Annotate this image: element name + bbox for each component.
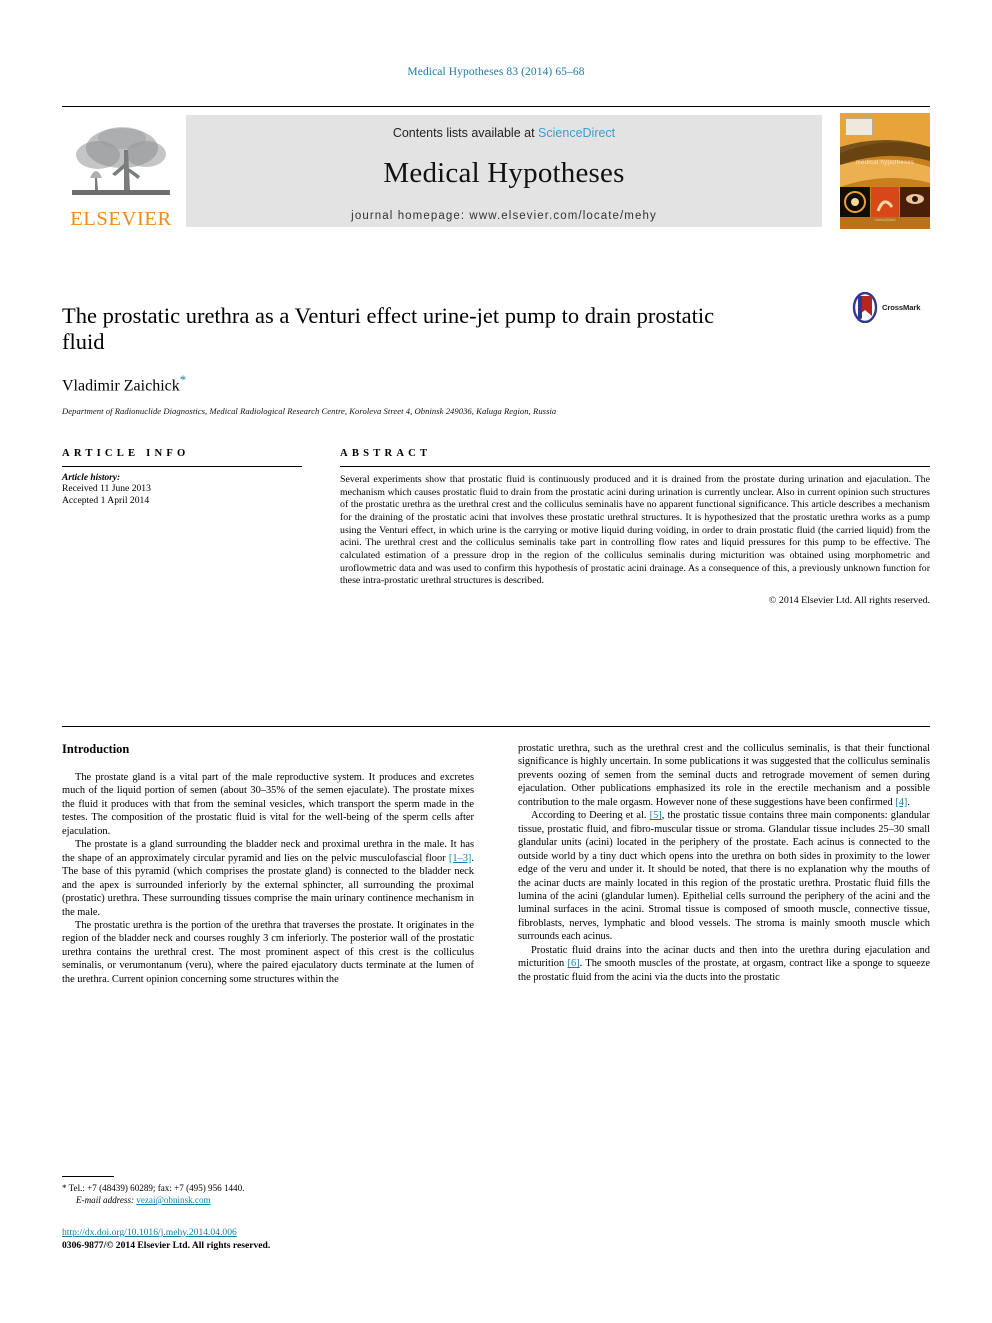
body-column-right: prostatic urethra, such as the urethral … [518, 742, 930, 984]
abstract-copyright: © 2014 Elsevier Ltd. All rights reserved… [768, 594, 930, 606]
journal-cover-thumbnail: medical hypotheses ScienceDirect [840, 113, 930, 229]
abstract-heading: ABSTRACT [340, 448, 432, 459]
author-list: Vladimir Zaichick* [62, 372, 930, 395]
journal-banner: Contents lists available at ScienceDirec… [186, 115, 822, 227]
elsevier-tree-icon [72, 126, 170, 195]
cover-volume-line: ScienceDirect [874, 218, 896, 222]
body-column-left: Introduction The prostate gland is a vit… [62, 742, 474, 986]
paragraph-text-b: . The smooth muscles of the prostate, at… [518, 958, 930, 983]
corresponding-author-contact: * Tel.: +7 (48439) 60289; fax: +7 (495) … [62, 1182, 474, 1194]
affiliation: Department of Radionuclide Diagnostics, … [62, 406, 557, 417]
paper-page: Medical Hypotheses 83 (2014) 65–68 ELSEV… [0, 0, 992, 1323]
introduction-heading: Introduction [62, 742, 130, 756]
cover-publisher-badge [845, 118, 873, 136]
received-date: Received 11 June 2013 [62, 483, 151, 494]
article-info-heading: ARTICLE INFO [62, 448, 190, 459]
footnote-mark: * [62, 1183, 67, 1193]
issn-copyright-line: 0306-9877/© 2014 Elsevier Ltd. All right… [62, 1240, 271, 1251]
doi-block: http://dx.doi.org/10.1016/j.mehy.2014.04… [62, 1222, 474, 1253]
paragraph-text-b: , the prostatic tissue contains three ma… [518, 810, 930, 943]
citation-link[interactable]: [5] [650, 810, 662, 821]
telephone-line: Tel.: +7 (48439) 60289; fax: +7 (495) 95… [68, 1183, 245, 1193]
footnote-block: * Tel.: +7 (48439) 60289; fax: +7 (495) … [62, 1176, 474, 1206]
running-head: Medical Hypotheses 83 (2014) 65–68 [407, 66, 585, 78]
divider [340, 466, 930, 467]
email-link[interactable]: vezai@obninsk.com [136, 1195, 210, 1205]
journal-homepage[interactable]: journal homepage: www.elsevier.com/locat… [186, 210, 822, 222]
crossmark-badge[interactable]: CrossMark [852, 290, 930, 324]
paragraph-text-b: . [907, 796, 910, 808]
paragraph: The prostate is a gland surrounding the … [62, 838, 474, 919]
contents-line: Contents lists available at ScienceDirec… [186, 126, 822, 140]
contents-prefix: Contents lists available at [392, 126, 535, 140]
doi-link[interactable]: http://dx.doi.org/10.1016/j.mehy.2014.04… [62, 1227, 237, 1238]
article-info-column: ARTICLE INFO Article history: Received 1… [62, 448, 302, 508]
paragraph-text-a: The prostate is a gland surrounding the … [62, 839, 474, 864]
page-title: The prostatic urethra as a Venturi effec… [62, 303, 715, 355]
email-label: E-mail address: [76, 1195, 135, 1205]
journal-masthead: ELSEVIER Contents lists available at Sci… [62, 106, 930, 229]
paragraph: Prostatic fluid drains into the acinar d… [518, 944, 930, 984]
title-block: The prostatic urethra as a Venturi effec… [62, 288, 930, 416]
article-history-label: Article history: [62, 473, 121, 483]
paragraph: The prostate gland is a vital part of th… [62, 772, 474, 837]
section-divider [62, 726, 930, 727]
crossmark-label: CrossMark [882, 302, 921, 312]
abstract-column: ABSTRACT Several experiments show that p… [340, 448, 930, 606]
divider [62, 466, 302, 467]
citation-link[interactable]: [6] [568, 958, 580, 969]
paragraph: prostatic urethra, such as the urethral … [518, 742, 930, 809]
abstract-text: Several experiments show that prostatic … [340, 474, 930, 587]
footnote-rule [62, 1176, 114, 1177]
email-line: E-mail address: vezai@obninsk.com [62, 1194, 474, 1206]
cover-title: medical hypotheses [855, 160, 915, 166]
author-footnote-mark[interactable]: * [180, 372, 187, 387]
paragraph-text-a: According to Deering et al. [531, 810, 650, 822]
paragraph: According to Deering et al. [5], the pro… [518, 809, 930, 944]
citation-link[interactable]: [1–3] [449, 853, 472, 864]
crossmark-icon [852, 291, 878, 323]
author-name: Vladimir Zaichick [62, 377, 180, 395]
citation-link[interactable]: [4] [895, 797, 907, 808]
elsevier-wordmark: ELSEVIER [70, 207, 172, 230]
paragraph: The prostatic urethra is the portion of … [62, 919, 474, 985]
journal-title: Medical Hypotheses [383, 157, 625, 189]
elsevier-logo: ELSEVIER [62, 115, 180, 229]
accepted-date: Accepted 1 April 2014 [62, 495, 150, 507]
sciencedirect-link[interactable]: ScienceDirect [538, 126, 615, 140]
paragraph-text-a: prostatic urethra, such as the urethral … [518, 743, 930, 808]
